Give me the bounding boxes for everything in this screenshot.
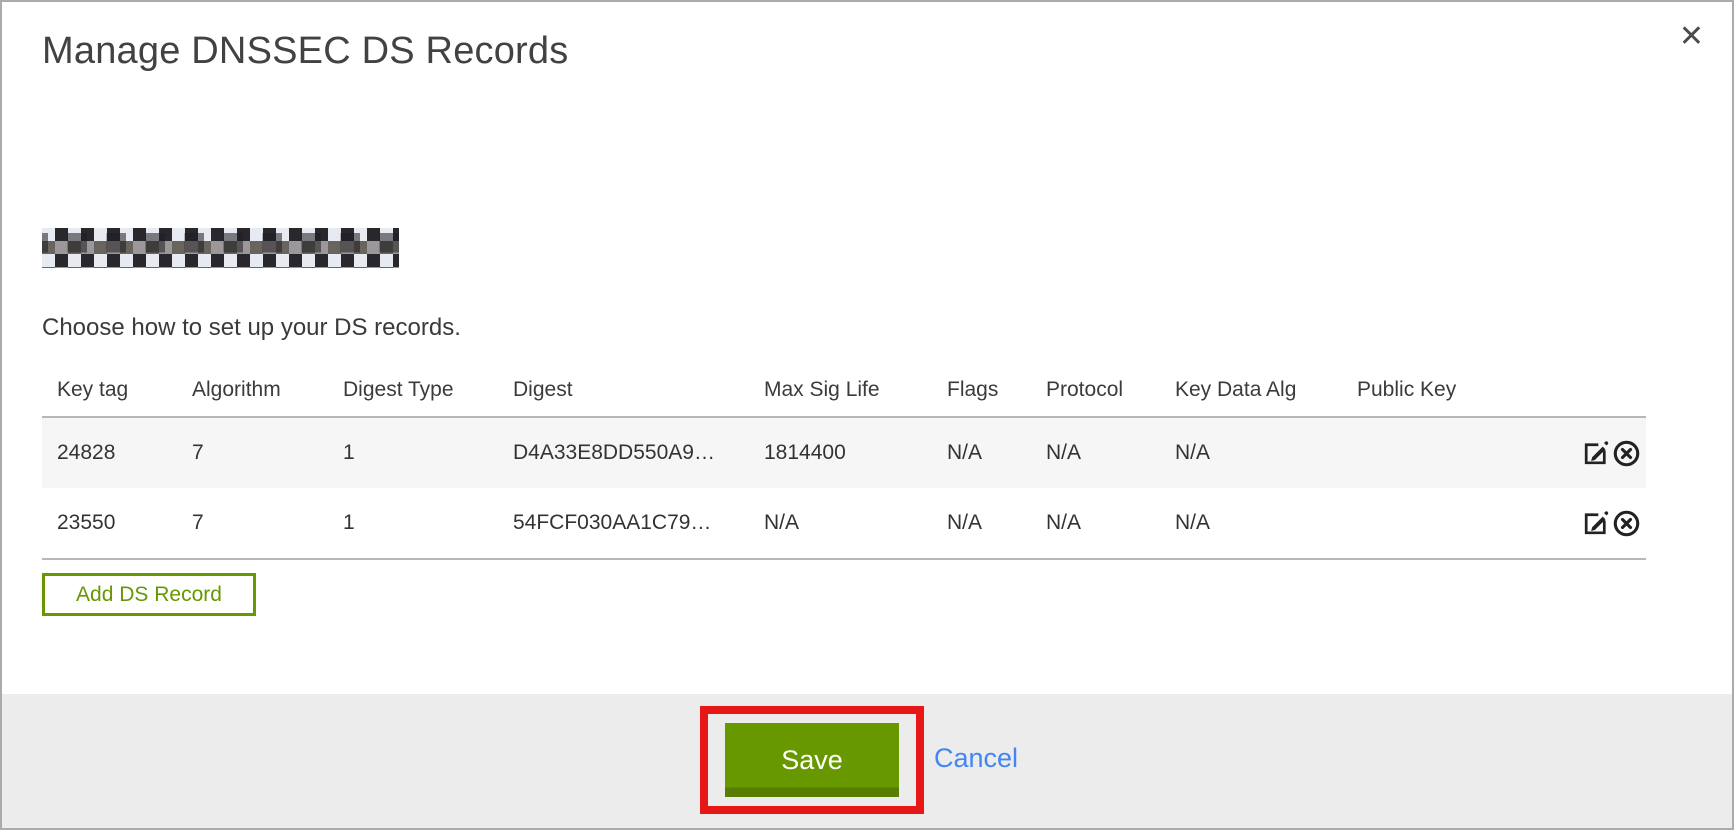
cell-protocol: N/A <box>1031 511 1160 535</box>
save-button[interactable]: Save <box>725 723 899 797</box>
row-actions <box>1542 438 1646 469</box>
cell-key-data-alg: N/A <box>1160 511 1342 535</box>
close-icon: ✕ <box>1679 19 1704 54</box>
delete-record-button[interactable] <box>1611 508 1642 539</box>
cell-max-sig-life: N/A <box>749 511 932 535</box>
cell-max-sig-life: 1814400 <box>749 441 932 465</box>
annotation-red-box: Save <box>700 706 924 814</box>
cell-algorithm: 7 <box>177 441 328 465</box>
footer-bar: Save Cancel <box>2 694 1732 828</box>
cell-digest: 54FCF030AA1C79… <box>498 511 749 535</box>
table-body: 24828 7 1 D4A33E8DD550A9… 1814400 N/A N/… <box>42 416 1646 560</box>
edit-icon <box>1580 438 1611 469</box>
add-ds-record-button[interactable]: Add DS Record <box>42 573 256 616</box>
dialog-title: Manage DNSSEC DS Records <box>42 30 568 73</box>
column-header-flags: Flags <box>932 378 1031 402</box>
column-header-key-tag: Key tag <box>42 378 177 402</box>
delete-icon <box>1611 508 1642 539</box>
column-header-max-sig-life: Max Sig Life <box>749 378 932 402</box>
dnssec-ds-records-dialog: Manage DNSSEC DS Records ✕ Choose how to… <box>0 0 1734 830</box>
column-header-digest-type: Digest Type <box>328 378 498 402</box>
column-header-key-data-alg: Key Data Alg <box>1160 378 1342 402</box>
cell-flags: N/A <box>932 441 1031 465</box>
delete-icon <box>1611 438 1642 469</box>
row-actions <box>1542 508 1646 539</box>
domain-name-redacted <box>42 228 399 268</box>
cell-protocol: N/A <box>1031 441 1160 465</box>
edit-icon <box>1580 508 1611 539</box>
table-row: 24828 7 1 D4A33E8DD550A9… 1814400 N/A N/… <box>42 418 1646 488</box>
cell-digest-type: 1 <box>328 511 498 535</box>
close-button[interactable]: ✕ <box>1679 22 1704 52</box>
cell-digest: D4A33E8DD550A9… <box>498 441 749 465</box>
cell-algorithm: 7 <box>177 511 328 535</box>
cell-key-tag: 24828 <box>42 441 177 465</box>
table-header-row: Key tag Algorithm Digest Type Digest Max… <box>42 362 1646 416</box>
column-header-protocol: Protocol <box>1031 378 1160 402</box>
table-row: 23550 7 1 54FCF030AA1C79… N/A N/A N/A N/… <box>42 488 1646 558</box>
edit-record-button[interactable] <box>1580 508 1611 539</box>
edit-record-button[interactable] <box>1580 438 1611 469</box>
column-header-algorithm: Algorithm <box>177 378 328 402</box>
column-header-public-key: Public Key <box>1342 378 1542 402</box>
cancel-link[interactable]: Cancel <box>934 743 1018 774</box>
cell-key-data-alg: N/A <box>1160 441 1342 465</box>
delete-record-button[interactable] <box>1611 438 1642 469</box>
cell-digest-type: 1 <box>328 441 498 465</box>
cell-flags: N/A <box>932 511 1031 535</box>
instruction-text: Choose how to set up your DS records. <box>42 314 461 342</box>
cell-key-tag: 23550 <box>42 511 177 535</box>
column-header-digest: Digest <box>498 378 749 402</box>
ds-records-table: Key tag Algorithm Digest Type Digest Max… <box>42 362 1646 560</box>
